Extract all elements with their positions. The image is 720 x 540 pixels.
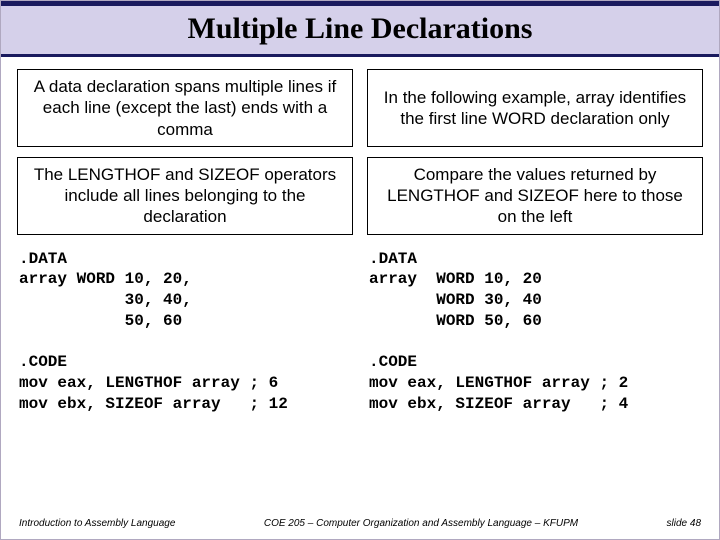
text-grid: A data declaration spans multiple lines …: [1, 57, 719, 243]
footer: Introduction to Assembly Language COE 20…: [1, 518, 719, 529]
box-bottom-left: The LENGTHOF and SIZEOF operators includ…: [17, 157, 353, 235]
box-top-right: In the following example, array identifi…: [367, 69, 703, 147]
footer-mid: COE 205 – Computer Organization and Asse…: [175, 518, 666, 529]
footer-left: Introduction to Assembly Language: [19, 518, 175, 529]
code-left: .DATA array WORD 10, 20, 30, 40, 50, 60 …: [19, 249, 351, 415]
box-bottom-right: Compare the values returned by LENGTHOF …: [367, 157, 703, 235]
code-right: .DATA array WORD 10, 20 WORD 30, 40 WORD…: [369, 249, 701, 415]
box-top-left: A data declaration spans multiple lines …: [17, 69, 353, 147]
footer-right: slide 48: [667, 518, 701, 529]
code-columns: .DATA array WORD 10, 20, 30, 40, 50, 60 …: [1, 243, 719, 415]
slide-title: Multiple Line Declarations: [1, 12, 719, 46]
title-bar: Multiple Line Declarations: [1, 1, 719, 57]
